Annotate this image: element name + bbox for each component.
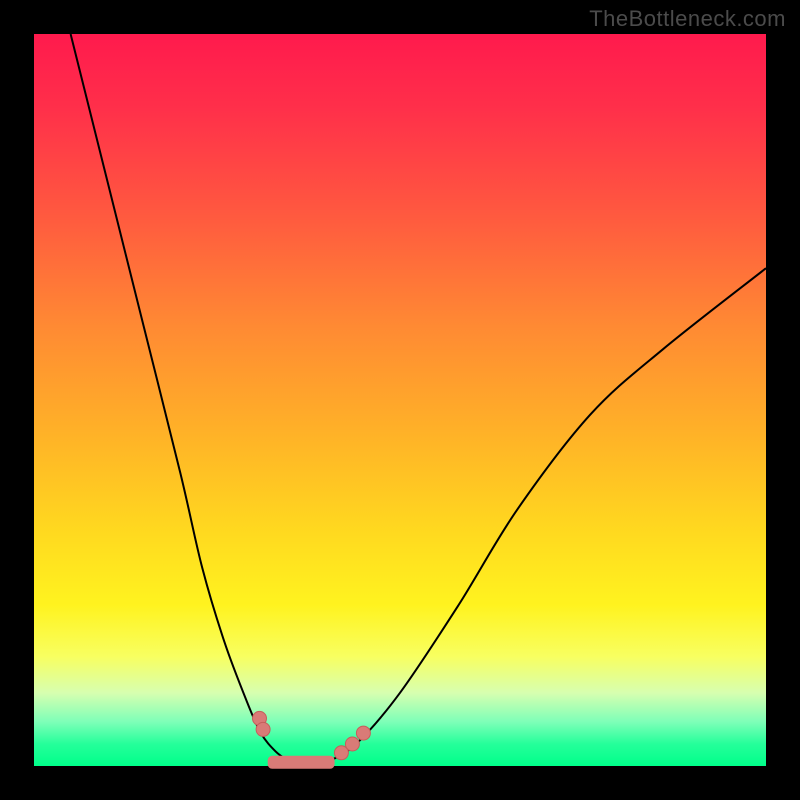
watermark-text: TheBottleneck.com bbox=[589, 6, 786, 32]
data-markers bbox=[253, 711, 371, 759]
data-marker bbox=[256, 722, 270, 736]
valley-marker-bar bbox=[268, 756, 334, 768]
chart-svg bbox=[34, 34, 766, 766]
data-marker bbox=[356, 726, 370, 740]
chart-frame: TheBottleneck.com bbox=[0, 0, 800, 800]
data-marker bbox=[345, 737, 359, 751]
left-curve bbox=[71, 34, 291, 762]
right-curve bbox=[327, 268, 766, 762]
